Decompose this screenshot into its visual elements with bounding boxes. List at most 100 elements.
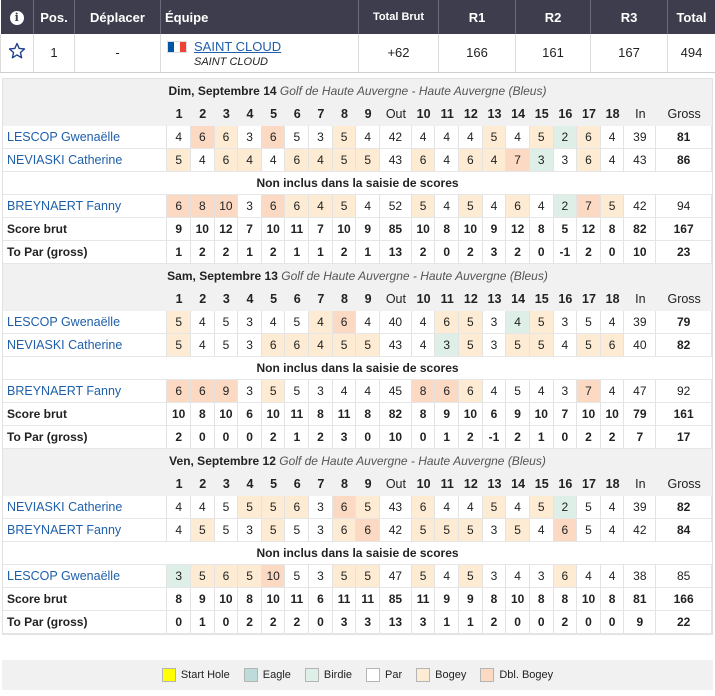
score-cell: 3 xyxy=(332,611,357,634)
score-cell: 4 xyxy=(506,311,530,334)
total-brut-column-header[interactable]: Total Brut xyxy=(358,0,439,34)
player-row[interactable]: BREYNAERT Fanny 6 8 10 3 6 6 4 5 4 52 5 4 5 4 6 4 2 7 5 42 94 xyxy=(3,195,712,218)
score-cell: 1 xyxy=(356,241,380,264)
score-cell: 10 xyxy=(529,403,554,426)
score-cell: 6 xyxy=(459,380,483,403)
score-cell: 6 xyxy=(190,380,215,403)
r3-column-header[interactable]: R3 xyxy=(590,0,668,34)
hole-header-row: 1 2 3 4 5 6 7 8 9 Out 10 11 12 13 14 15 16 17 18 In Gross xyxy=(3,102,712,126)
legend-label: Bogey xyxy=(435,669,467,681)
total-row-label: Score brut xyxy=(3,588,168,611)
total-column-header[interactable]: Total xyxy=(667,0,715,34)
score-cell: 4 xyxy=(600,149,625,172)
info-icon[interactable]: i xyxy=(9,11,24,25)
player-name-link[interactable]: BREYNAERT Fanny xyxy=(3,380,168,403)
score-cell: 1 xyxy=(459,611,483,634)
legend-label: Dbl. Bogey xyxy=(499,669,554,681)
player-name-link[interactable]: NEVIASKI Catherine xyxy=(3,334,168,357)
score-cell: 4 xyxy=(600,519,625,542)
hole-header: 2 xyxy=(199,477,207,491)
team-name-link[interactable]: SAINT CLOUD xyxy=(194,39,281,54)
score-cell: 4 xyxy=(411,311,436,334)
hole-header: 11 xyxy=(440,292,454,306)
player-name-link[interactable]: LESCOP Gwenaëlle xyxy=(3,565,168,588)
team-row[interactable]: 1 - SAINT CLOUD SAINT CLOUD +62 166 161 … xyxy=(0,34,715,73)
favorite-cell[interactable] xyxy=(0,34,34,73)
team-column-header[interactable]: Équipe xyxy=(160,0,359,34)
gross-score-cell: 79 xyxy=(656,311,712,334)
score-cell: 5 xyxy=(600,195,625,218)
score-cell: 5 xyxy=(332,334,357,357)
player-row[interactable]: BREYNAERT Fanny 4 5 5 3 5 5 3 6 6 42 5 5 5 3 5 4 6 5 4 42 84 xyxy=(3,519,712,542)
score-cell: 4 xyxy=(435,126,460,149)
score-cell: 5 xyxy=(285,565,310,588)
player-name-link[interactable]: LESCOP Gwenaëlle xyxy=(3,126,168,149)
leaderboard-page: i Pos. Déplacer Équipe Total Brut R1 R2 … xyxy=(0,0,715,696)
score-cell: 2 xyxy=(411,241,436,264)
total-row-label: To Par (gross) xyxy=(3,241,168,264)
in-score-cell: 10 xyxy=(624,241,657,264)
player-name-link[interactable]: BREYNAERT Fanny xyxy=(3,195,168,218)
player-row[interactable]: NEVIASKI Catherine 4 4 5 5 5 6 3 6 5 43 6 4 4 5 4 5 2 5 4 39… xyxy=(3,496,712,519)
score-cell: 2 xyxy=(309,426,333,449)
r1-column-header[interactable]: R1 xyxy=(438,0,516,34)
score-cell: 4 xyxy=(167,126,191,149)
player-name-link[interactable]: LESCOP Gwenaëlle xyxy=(3,311,168,334)
score-cell: 4 xyxy=(190,496,215,519)
hole-header: 4 xyxy=(246,292,254,306)
score-cell: 5 xyxy=(459,565,483,588)
score-cell: 5 xyxy=(506,380,530,403)
info-column-header[interactable]: i xyxy=(0,0,34,34)
score-cell: 9 xyxy=(356,218,380,241)
pos-column-header[interactable]: Pos. xyxy=(33,0,75,34)
player-row[interactable]: LESCOP Gwenaëlle 3 5 6 5 10 5 3 5 5 47 5 4 5 3 4 3 6 4 4 38 8… xyxy=(3,565,712,588)
score-cell: 8 xyxy=(600,218,625,241)
player-name-link[interactable]: NEVIASKI Catherine xyxy=(3,496,168,519)
score-cell: 6 xyxy=(411,149,436,172)
gross-score-cell: 82 xyxy=(656,334,712,357)
scorecard-panel: Dim, Septembre 14 Golf de Haute Auvergne… xyxy=(2,78,713,635)
score-cell: 6 xyxy=(190,126,215,149)
score-cell: 6 xyxy=(459,149,483,172)
player-row[interactable]: BREYNAERT Fanny 6 6 9 3 5 5 3 4 4 45 8 6 6 4 5 4 3 7 4 47 92 xyxy=(3,380,712,403)
hole-header: 8 xyxy=(341,107,348,121)
hole-header: 4 xyxy=(246,477,254,491)
player-name-link[interactable]: BREYNAERT Fanny xyxy=(3,519,168,542)
score-cell: -1 xyxy=(482,426,507,449)
r2-column-header[interactable]: R2 xyxy=(515,0,591,34)
score-cell: 6 xyxy=(600,334,625,357)
score-cell: 5 xyxy=(529,496,554,519)
score-legend: Start Hole Eagle Birdie Par Bogey Dbl. Bogey xyxy=(2,660,713,690)
score-cell: 4 xyxy=(506,565,530,588)
score-cell: 6 xyxy=(285,496,310,519)
hole-header: 12 xyxy=(463,477,478,491)
star-outline-icon[interactable] xyxy=(8,42,26,60)
move-column-header[interactable]: Déplacer xyxy=(74,0,161,34)
player-name-link[interactable]: NEVIASKI Catherine xyxy=(3,149,168,172)
hole-header: 5 xyxy=(270,107,278,121)
score-cell: 5 xyxy=(332,126,357,149)
legend-item: Start Hole xyxy=(161,668,230,682)
total-cell: 494 xyxy=(667,34,715,73)
score-cell: 4 xyxy=(529,195,554,218)
score-cell: 5 xyxy=(238,496,262,519)
player-row[interactable]: NEVIASKI Catherine 5 4 5 3 6 6 4 5 5 43 4 3 5 3 5 5 4 5 6 40… xyxy=(3,334,712,357)
total-row-label: Score brut xyxy=(3,218,168,241)
score-cell: 6 xyxy=(309,588,333,611)
hole-header: 10 xyxy=(416,107,431,121)
score-cell: 6 xyxy=(553,565,578,588)
player-row[interactable]: NEVIASKI Catherine 5 4 6 4 4 6 4 5 5 43 6 4 6 4 7 3 3 6 4 43… xyxy=(3,149,712,172)
score-cell: 10 xyxy=(577,588,601,611)
score-cell: 0 xyxy=(577,611,601,634)
score-cell: 3 xyxy=(435,334,460,357)
score-cell: 4 xyxy=(167,519,191,542)
player-row[interactable]: LESCOP Gwenaëlle 4 6 6 3 6 5 3 5 4 42 4 4 4 5 4 5 2 6 4 39 81 xyxy=(3,126,712,149)
score-cell: 1 xyxy=(435,611,460,634)
hole-header: 14 xyxy=(511,477,526,491)
gross-score-cell: 167 xyxy=(656,218,712,241)
total-row: Score brut 9 10 12 7 10 11 7 10 9 85 10 8 10 9 12 8 5 12 8 8… xyxy=(3,218,712,241)
excluded-note-row: Non inclus dans la saisie de scores xyxy=(3,542,712,565)
legend-label: Birdie xyxy=(323,669,353,681)
player-row[interactable]: LESCOP Gwenaëlle 5 4 5 3 4 5 4 6 4 40 4 6 5 3 4 5 3 5 4 39 79 xyxy=(3,311,712,334)
hole-header: 7 xyxy=(317,292,325,306)
